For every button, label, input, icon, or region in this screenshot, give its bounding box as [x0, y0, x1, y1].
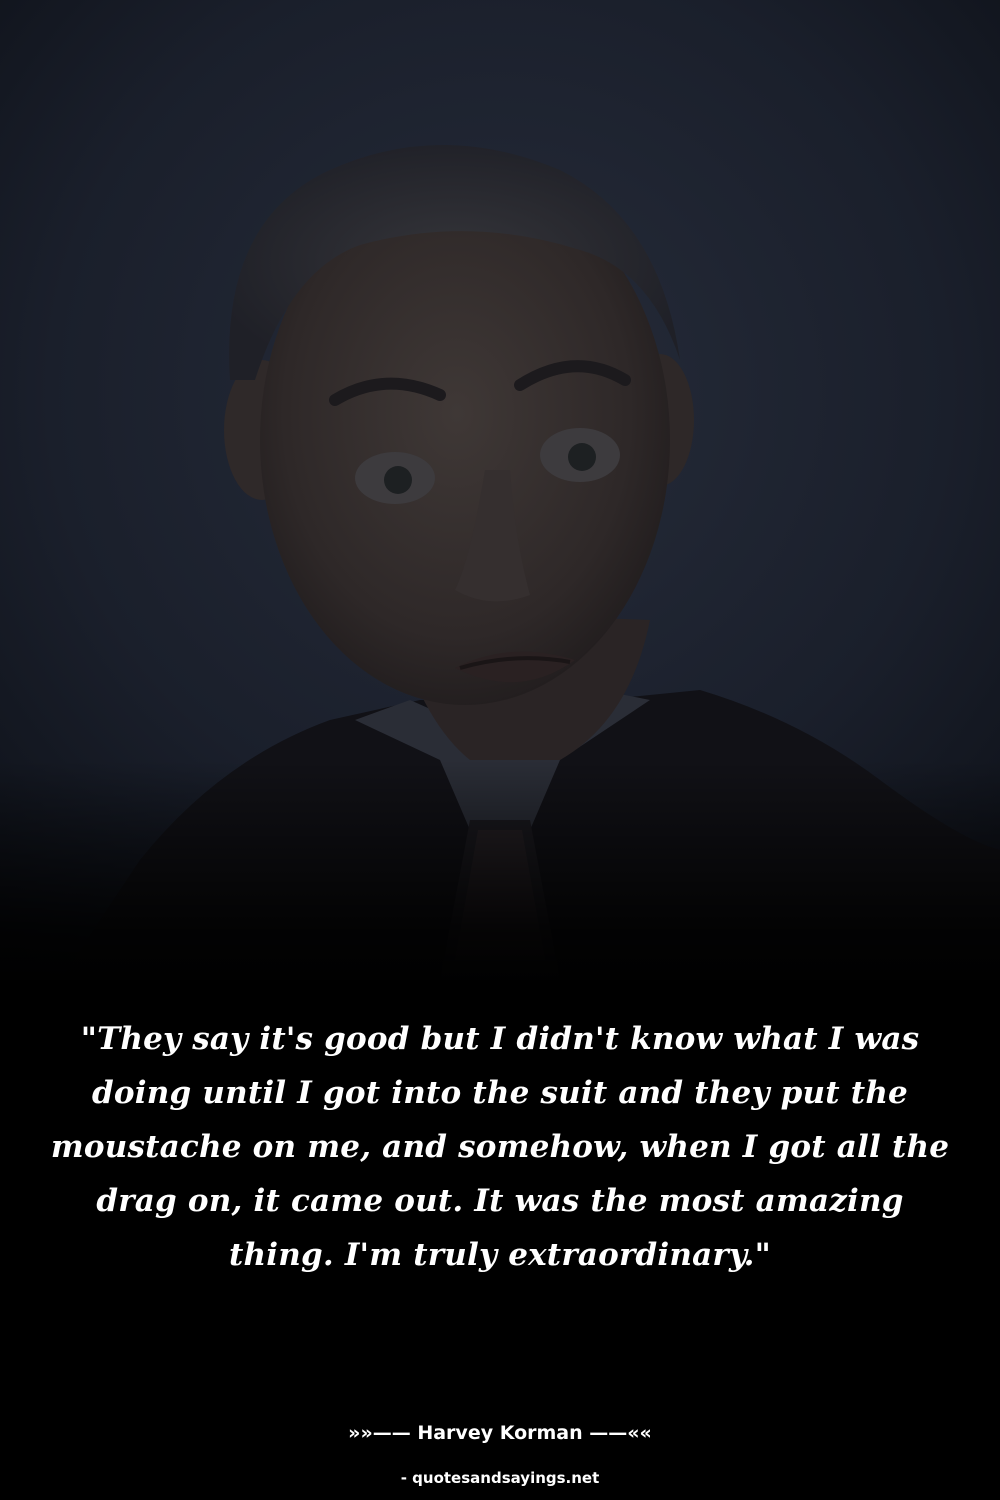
photo-fade [0, 760, 1000, 1000]
source-credit: - quotesandsayings.net [400, 1469, 600, 1487]
quote-text: "They say it's good but I didn't know wh… [50, 1021, 950, 1273]
quote-author: »»—— Harvey Korman ——«« [348, 1422, 652, 1444]
quote-card: "They say it's good but I didn't know wh… [0, 0, 1000, 1500]
